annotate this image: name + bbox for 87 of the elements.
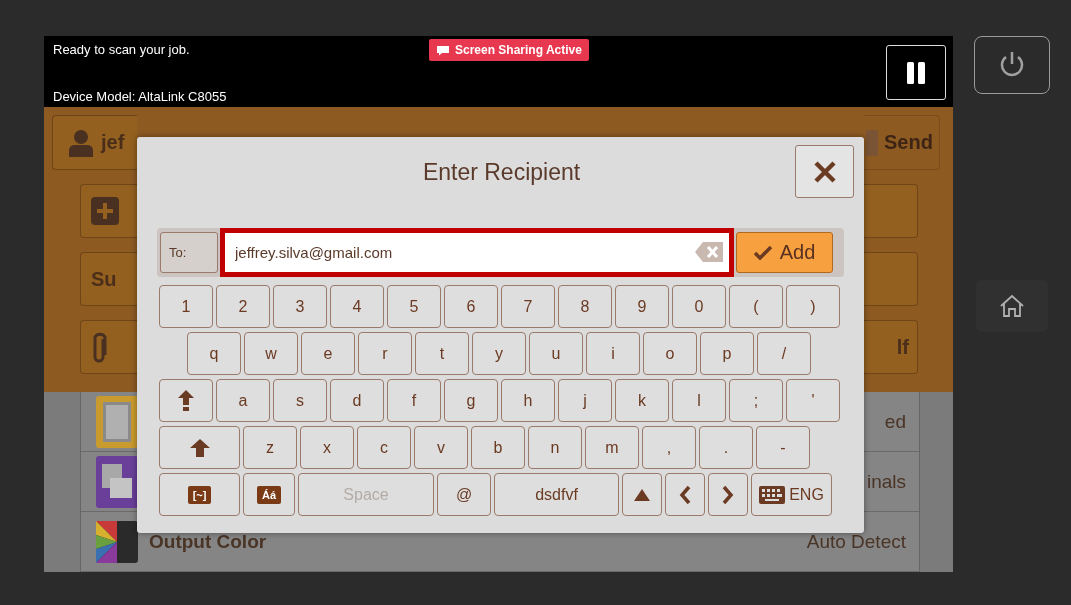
status-message: Ready to scan your job. — [53, 42, 191, 57]
keyboard-key[interactable]: v — [414, 426, 468, 469]
keyboard-key[interactable]: d — [330, 379, 384, 422]
screen-share-icon — [436, 44, 450, 56]
recipient-field[interactable]: jeffrey.silva@gmail.com — [220, 228, 734, 277]
feature-value: inals — [866, 470, 906, 493]
keyboard-key[interactable]: 1 — [159, 285, 213, 328]
keyboard-key[interactable]: 9 — [615, 285, 669, 328]
keyboard-key[interactable]: q — [187, 332, 241, 375]
keyboard-key[interactable]: f — [387, 379, 441, 422]
language-key[interactable]: ENG — [751, 473, 832, 516]
home-icon — [999, 294, 1025, 318]
keyboard-key[interactable]: @ — [437, 473, 491, 516]
keyboard-key[interactable]: ' — [786, 379, 840, 422]
feature-label: Output Color — [149, 530, 267, 553]
keyboard-key[interactable]: Áá — [243, 473, 295, 516]
keyboard-key[interactable]: / — [757, 332, 811, 375]
triangle-up-icon — [634, 488, 650, 501]
keyboard-key[interactable]: , — [642, 426, 696, 469]
keyboard-key[interactable]: 0 — [672, 285, 726, 328]
keyboard-key[interactable]: b — [471, 426, 525, 469]
keyboard-key[interactable]: 6 — [444, 285, 498, 328]
keyboard-key[interactable]: [~] — [159, 473, 240, 516]
keyboard-key[interactable] — [708, 473, 748, 516]
add-button[interactable]: Add — [736, 232, 833, 273]
close-icon — [812, 159, 837, 184]
keyboard-key[interactable]: ( — [729, 285, 783, 328]
keyboard-key[interactable] — [159, 426, 240, 469]
keyboard-key[interactable]: l — [672, 379, 726, 422]
keyboard-key[interactable]: 4 — [330, 285, 384, 328]
keyboard-key[interactable]: 7 — [501, 285, 555, 328]
device-model: Device Model: AltaLink C8055 — [53, 89, 228, 104]
keyboard-key[interactable]: r — [358, 332, 412, 375]
keyboard-key[interactable]: . — [699, 426, 753, 469]
shift-icon — [189, 438, 210, 457]
keyboard-key[interactable]: j — [558, 379, 612, 422]
key-label: ENG — [789, 485, 824, 504]
keyboard-icon — [759, 485, 786, 504]
keyboard-key[interactable]: x — [300, 426, 354, 469]
caps-lock-icon — [178, 389, 194, 412]
keyboard-key[interactable]: w — [244, 332, 298, 375]
keyboard-key[interactable]: - — [756, 426, 810, 469]
chevron-left-icon — [679, 484, 691, 505]
keyboard-key[interactable]: g — [444, 379, 498, 422]
color-wheel-icon — [96, 520, 138, 563]
close-button[interactable] — [795, 145, 854, 198]
keyboard-key[interactable]: 2 — [216, 285, 270, 328]
keyboard-key[interactable]: z — [243, 426, 297, 469]
keyboard-key[interactable]: 8 — [558, 285, 612, 328]
keyboard-key[interactable]: p — [700, 332, 754, 375]
pages-icon — [96, 395, 138, 448]
keyboard-key[interactable]: s — [273, 379, 327, 422]
keyboard-key[interactable]: ) — [786, 285, 840, 328]
pause-icon — [907, 61, 925, 84]
chevron-right-icon — [722, 484, 734, 505]
keyboard-key[interactable]: 3 — [273, 285, 327, 328]
keyboard-key[interactable]: h — [501, 379, 555, 422]
dialog-title: Enter Recipient — [422, 159, 581, 186]
keyboard-key[interactable]: i — [586, 332, 640, 375]
feature-value: Auto Detect — [806, 530, 906, 553]
home-button[interactable] — [976, 280, 1048, 332]
keyboard-key[interactable]: m — [585, 426, 639, 469]
to-label: To: — [160, 232, 218, 273]
keyboard-key[interactable]: e — [301, 332, 355, 375]
keyboard-key[interactable] — [665, 473, 705, 516]
feature-value: ed — [884, 410, 906, 433]
screen-sharing-badge: Screen Sharing Active — [429, 39, 589, 61]
keyboard-key[interactable]: dsdfvf — [494, 473, 619, 516]
keyboard-key[interactable]: a — [216, 379, 270, 422]
keyboard-key[interactable] — [622, 473, 662, 516]
keyboard-key[interactable]: y — [472, 332, 526, 375]
person-icon — [69, 128, 93, 157]
keyboard-key[interactable] — [159, 379, 213, 422]
overlap-squares-icon — [96, 455, 138, 508]
keyboard-key[interactable]: n — [528, 426, 582, 469]
check-icon — [753, 245, 772, 260]
keyboard-key[interactable]: 5 — [387, 285, 441, 328]
power-icon — [999, 51, 1025, 79]
keyboard-key[interactable]: o — [643, 332, 697, 375]
keyboard-key[interactable]: k — [615, 379, 669, 422]
power-button[interactable] — [974, 36, 1050, 94]
pause-button[interactable] — [886, 45, 946, 100]
plus-icon — [91, 197, 119, 225]
keyboard-key[interactable]: t — [415, 332, 469, 375]
keyboard-key[interactable]: ; — [729, 379, 783, 422]
keyboard-key[interactable]: u — [529, 332, 583, 375]
keyboard-key[interactable]: c — [357, 426, 411, 469]
